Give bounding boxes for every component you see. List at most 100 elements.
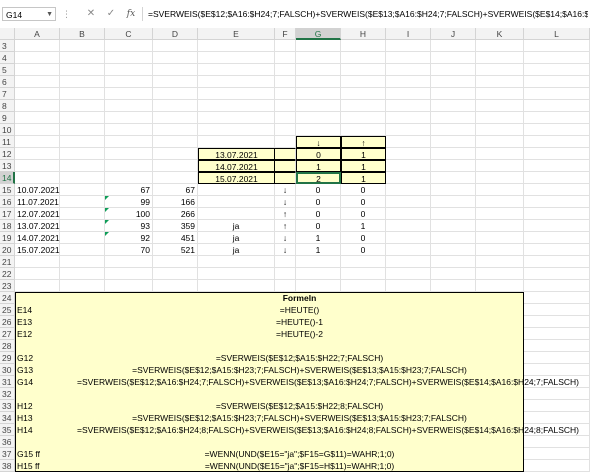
cell-l5[interactable] (524, 64, 590, 76)
cell-f12[interactable] (275, 148, 296, 160)
cell-d22[interactable] (153, 268, 198, 280)
row-header-21[interactable]: 21 (0, 256, 15, 268)
cell-e20[interactable]: ja (198, 244, 275, 256)
cell-d19[interactable]: 451 (153, 232, 198, 244)
cell-f8[interactable] (275, 100, 296, 112)
row-header-4[interactable]: 4 (0, 52, 15, 64)
cell-l14[interactable] (524, 172, 590, 184)
cell-a23[interactable] (15, 280, 60, 292)
cell-k3[interactable] (476, 40, 524, 52)
cell-f6[interactable] (275, 76, 296, 88)
cell-l31[interactable] (524, 376, 590, 388)
cell-k6[interactable] (476, 76, 524, 88)
cell-l25[interactable] (524, 304, 590, 316)
cell-g10[interactable] (296, 124, 341, 136)
cell-e21[interactable] (198, 256, 275, 268)
cell-j14[interactable] (431, 172, 476, 184)
cell-l11[interactable] (524, 136, 590, 148)
cell-l23[interactable] (524, 280, 590, 292)
cell-e13[interactable]: 14.07.2021 (198, 160, 275, 172)
cell-h11[interactable]: ↑ (341, 136, 386, 148)
chevron-down-icon[interactable]: ▼ (46, 8, 53, 22)
cell-h12[interactable]: 1 (341, 148, 386, 160)
cell-c9[interactable] (105, 112, 153, 124)
cell-d10[interactable] (153, 124, 198, 136)
cell-b22[interactable] (60, 268, 105, 280)
cell-k9[interactable] (476, 112, 524, 124)
cell-a8[interactable] (15, 100, 60, 112)
cell-l7[interactable] (524, 88, 590, 100)
cell-f14[interactable] (275, 172, 296, 184)
cell-k22[interactable] (476, 268, 524, 280)
row-header-31[interactable]: 31 (0, 376, 15, 388)
cell-d7[interactable] (153, 88, 198, 100)
column-header-l[interactable]: L (524, 28, 590, 40)
column-header-e[interactable]: E (198, 28, 275, 40)
cell-e4[interactable] (198, 52, 275, 64)
cell-c3[interactable] (105, 40, 153, 52)
cell-c6[interactable] (105, 76, 153, 88)
cell-e18[interactable]: ja (198, 220, 275, 232)
cell-b17[interactable] (60, 208, 105, 220)
cell-i17[interactable] (386, 208, 431, 220)
cell-e15[interactable] (198, 184, 275, 196)
cell-c7[interactable] (105, 88, 153, 100)
cell-i20[interactable] (386, 244, 431, 256)
cell-f19[interactable]: ↓ (275, 232, 296, 244)
row-header-9[interactable]: 9 (0, 112, 15, 124)
cell-b9[interactable] (60, 112, 105, 124)
cell-h17[interactable]: 0 (341, 208, 386, 220)
column-header-b[interactable]: B (60, 28, 105, 40)
cell-a4[interactable] (15, 52, 60, 64)
cell-l24[interactable] (524, 292, 590, 304)
cell-e14[interactable]: 15.07.2021 (198, 172, 275, 184)
cell-l21[interactable] (524, 256, 590, 268)
cell-h23[interactable] (341, 280, 386, 292)
cell-i12[interactable] (386, 148, 431, 160)
cell-a3[interactable] (15, 40, 60, 52)
cell-g14[interactable]: 2 (296, 172, 341, 184)
cell-i23[interactable] (386, 280, 431, 292)
cell-f22[interactable] (275, 268, 296, 280)
cell-f21[interactable] (275, 256, 296, 268)
cell-b12[interactable] (60, 148, 105, 160)
cell-b21[interactable] (60, 256, 105, 268)
cell-l20[interactable] (524, 244, 590, 256)
cell-e7[interactable] (198, 88, 275, 100)
cell-e22[interactable] (198, 268, 275, 280)
row-header-10[interactable]: 10 (0, 124, 15, 136)
cell-k14[interactable] (476, 172, 524, 184)
cell-d8[interactable] (153, 100, 198, 112)
cell-l3[interactable] (524, 40, 590, 52)
cell-c14[interactable] (105, 172, 153, 184)
cell-g17[interactable]: 0 (296, 208, 341, 220)
cell-d3[interactable] (153, 40, 198, 52)
cell-g22[interactable] (296, 268, 341, 280)
row-header-30[interactable]: 30 (0, 364, 15, 376)
cell-i15[interactable] (386, 184, 431, 196)
cell-a6[interactable] (15, 76, 60, 88)
row-header-6[interactable]: 6 (0, 76, 15, 88)
cell-a5[interactable] (15, 64, 60, 76)
cell-f15[interactable]: ↓ (275, 184, 296, 196)
cell-i16[interactable] (386, 196, 431, 208)
cell-f3[interactable] (275, 40, 296, 52)
column-header-g[interactable]: G (296, 28, 341, 40)
cell-j18[interactable] (431, 220, 476, 232)
cell-c17[interactable]: 100 (105, 208, 153, 220)
row-header-32[interactable]: 32 (0, 388, 15, 400)
cell-f17[interactable]: ↑ (275, 208, 296, 220)
column-header-i[interactable]: I (386, 28, 431, 40)
cell-d21[interactable] (153, 256, 198, 268)
cell-c23[interactable] (105, 280, 153, 292)
cell-l27[interactable] (524, 328, 590, 340)
enter-icon[interactable]: ✓ (104, 7, 118, 21)
cell-j16[interactable] (431, 196, 476, 208)
row-header-25[interactable]: 25 (0, 304, 15, 316)
row-header-36[interactable]: 36 (0, 436, 15, 448)
cell-b10[interactable] (60, 124, 105, 136)
cell-l8[interactable] (524, 100, 590, 112)
cell-i7[interactable] (386, 88, 431, 100)
cell-b8[interactable] (60, 100, 105, 112)
cell-h21[interactable] (341, 256, 386, 268)
